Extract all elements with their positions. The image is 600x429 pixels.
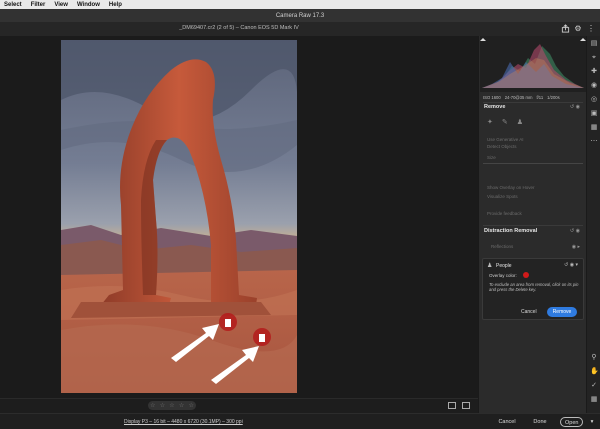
gear-icon[interactable]: ⚙ bbox=[573, 24, 583, 34]
edit-panel: ISO 1600 24-70@35 mm f/11 1/200s Remove … bbox=[478, 36, 586, 413]
presets-icon[interactable]: ▣ bbox=[590, 110, 598, 118]
person-icon[interactable]: ♟ bbox=[517, 118, 523, 126]
people-label: People bbox=[496, 263, 512, 269]
star-2[interactable]: ☆ bbox=[160, 402, 165, 409]
people-help-text: To exclude an area from removal, click o… bbox=[489, 282, 579, 293]
filmstrip-bar: ☆ ☆ ☆ ☆ ☆ bbox=[0, 398, 478, 413]
sampler-icon[interactable]: ✓ bbox=[590, 382, 598, 390]
exif-lens: 24-70@35 mm bbox=[504, 94, 533, 100]
single-view-icon[interactable] bbox=[448, 402, 456, 409]
exif-info: ISO 1600 24-70@35 mm f/11 1/200s bbox=[479, 92, 587, 102]
people-remove-button[interactable]: Remove bbox=[547, 307, 577, 317]
size-slider[interactable] bbox=[483, 163, 583, 164]
people-controls[interactable]: ↺ ◉ ▾ bbox=[564, 262, 578, 268]
exif-iso: ISO 1600 bbox=[483, 94, 501, 100]
star-3[interactable]: ☆ bbox=[169, 402, 174, 409]
reflections-option[interactable]: Reflections bbox=[491, 244, 513, 249]
menu-filter[interactable]: Filter bbox=[31, 2, 46, 8]
rating-stars[interactable]: ☆ ☆ ☆ ☆ ☆ bbox=[148, 401, 196, 410]
workflow-options-link[interactable]: Display P3 – 16 bit – 4480 x 6720 (30.1M… bbox=[124, 419, 243, 425]
before-after-icon[interactable] bbox=[462, 402, 470, 409]
pen-icon[interactable]: ✎ bbox=[502, 118, 508, 126]
view-mode-icons bbox=[448, 402, 470, 409]
show-overlay-option[interactable]: Show Overlay on Hover bbox=[487, 185, 535, 190]
window-title: Camera Raw 17.3 bbox=[275, 12, 325, 19]
menu-window[interactable]: Window bbox=[77, 2, 100, 8]
more-icon[interactable]: ⋯ bbox=[590, 138, 598, 146]
cancel-button[interactable]: Cancel bbox=[496, 417, 518, 427]
star-5[interactable]: ☆ bbox=[188, 402, 193, 409]
remove-panel-title[interactable]: Remove bbox=[484, 104, 505, 110]
menu-select[interactable]: Select bbox=[4, 2, 22, 8]
open-button[interactable]: Open bbox=[560, 417, 584, 427]
overlay-color-swatch[interactable] bbox=[523, 272, 529, 278]
exif-aperture: f/11 bbox=[536, 94, 544, 100]
share-icon[interactable] bbox=[560, 24, 570, 34]
people-removal-box: ♟ People ↺ ◉ ▾ Overlay color: To exclude… bbox=[482, 258, 584, 320]
file-title: _DM69407.cr2 (2 of 5) – Canon EOS 5D Mar… bbox=[179, 25, 299, 31]
mask-icon[interactable]: ◉ bbox=[590, 82, 598, 90]
remove-panel-controls[interactable]: ↺ ◉ bbox=[570, 104, 580, 110]
detect-objects-option[interactable]: Detect Objects bbox=[487, 144, 517, 149]
tool-strip: ▤ ⌖ ✚ ◉ ◎ ▣ ▦ ⋯ ⚲ ✋ ✓ ▦ bbox=[586, 36, 600, 413]
window-title-bar: Camera Raw 17.3 bbox=[0, 9, 600, 22]
zoom-icon[interactable]: ⚲ bbox=[590, 354, 598, 362]
divider bbox=[483, 225, 583, 226]
people-cancel-button[interactable]: Cancel bbox=[521, 309, 537, 315]
done-button[interactable]: Done bbox=[530, 417, 550, 427]
people-icon: ♟ bbox=[487, 263, 493, 269]
remove-tool-icons: ✦ ✎ ♟ bbox=[487, 118, 523, 126]
more-options-icon[interactable]: ⋮ bbox=[586, 24, 596, 34]
exif-shutter: 1/200s bbox=[547, 94, 560, 100]
grid-icon[interactable]: ▦ bbox=[590, 396, 598, 404]
distraction-removal-title[interactable]: Distraction Removal bbox=[484, 228, 537, 234]
overlay-color-label: Overlay color: bbox=[489, 273, 517, 278]
reflections-controls[interactable]: ◉ ▸ bbox=[572, 244, 580, 250]
menubar: Select Filter View Window Help bbox=[0, 0, 600, 9]
file-header: _DM69407.cr2 (2 of 5) – Canon EOS 5D Mar… bbox=[0, 22, 600, 36]
redeye-icon[interactable]: ◎ bbox=[590, 96, 598, 104]
histogram-icon[interactable]: ▤ bbox=[590, 40, 598, 48]
use-generative-ai-option[interactable]: Use Generative AI bbox=[487, 137, 524, 142]
snapshots-icon[interactable]: ▦ bbox=[590, 124, 598, 132]
hand-icon[interactable]: ✋ bbox=[590, 368, 599, 376]
menu-view[interactable]: View bbox=[54, 2, 68, 8]
provide-feedback-link[interactable]: Provide feedback bbox=[487, 211, 522, 216]
size-label: Size bbox=[487, 155, 496, 160]
star-1[interactable]: ☆ bbox=[150, 402, 155, 409]
distraction-removal-controls[interactable]: ↺ ◉ bbox=[570, 228, 580, 234]
divider bbox=[483, 102, 583, 103]
photo-preview[interactable] bbox=[61, 40, 297, 393]
heal-icon[interactable]: ✚ bbox=[590, 68, 598, 76]
brush-icon[interactable]: ✦ bbox=[487, 118, 493, 126]
histogram bbox=[480, 36, 586, 92]
footer-bar: Display P3 – 16 bit – 4480 x 6720 (30.1M… bbox=[0, 413, 600, 429]
crop-icon[interactable]: ⌖ bbox=[590, 54, 598, 62]
star-4[interactable]: ☆ bbox=[179, 402, 184, 409]
open-menu-chevron-icon[interactable]: ▾ bbox=[587, 417, 597, 427]
menu-help[interactable]: Help bbox=[109, 2, 122, 8]
visualize-spots-option[interactable]: Visualize Spots bbox=[487, 194, 518, 199]
